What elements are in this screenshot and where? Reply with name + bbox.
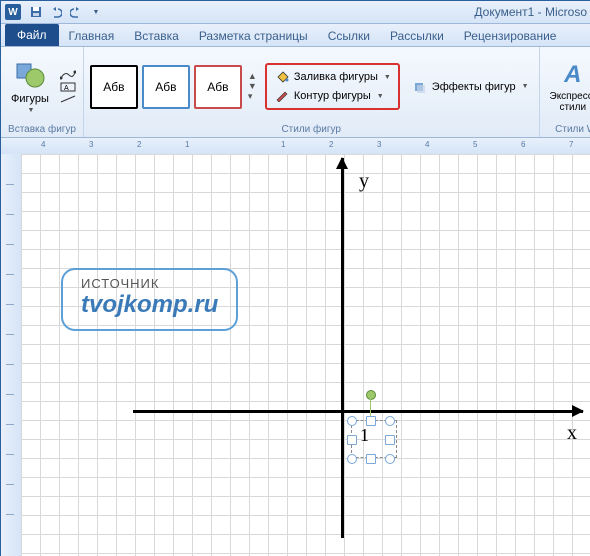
watermark-top: ИСТОЧНИК xyxy=(81,276,218,291)
group-wordart: Стили WordArt xyxy=(546,122,590,135)
x-axis-label[interactable]: x xyxy=(567,422,577,445)
horizontal-ruler[interactable]: 4 3 2 1 1 2 3 4 5 6 7 xyxy=(1,138,590,155)
ribbon-tabs: Файл Главная Вставка Разметка страницы С… xyxy=(1,24,590,47)
vertical-ruler[interactable] xyxy=(1,154,22,556)
resize-handle-e[interactable] xyxy=(385,435,395,445)
shape-fill-button[interactable]: Заливка фигуры▼ xyxy=(270,68,395,86)
watermark-bottom: tvojkomp.ru xyxy=(81,291,218,319)
y-axis-shape[interactable] xyxy=(341,158,344,538)
svg-text:A: A xyxy=(64,85,69,92)
document-area: L 4 3 2 1 1 2 3 4 5 6 7 y x 1 xyxy=(1,138,590,556)
shapes-icon xyxy=(14,59,46,91)
tab-review[interactable]: Рецензирование xyxy=(454,26,567,46)
resize-handle-nw[interactable] xyxy=(347,416,357,426)
effects-icon xyxy=(412,80,428,94)
resize-handle-w[interactable] xyxy=(347,435,357,445)
resize-handle-s[interactable] xyxy=(366,454,376,464)
undo-icon[interactable] xyxy=(47,3,65,21)
save-icon[interactable] xyxy=(27,3,45,21)
shape-style-1[interactable]: Абв xyxy=(90,65,138,109)
wordart-express-button[interactable]: A Экспресс- стили xyxy=(546,59,590,115)
shapes-label: Фигуры xyxy=(11,93,49,105)
tab-mailings[interactable]: Рассылки xyxy=(380,26,454,46)
gridlines xyxy=(21,154,590,556)
y-axis-label[interactable]: y xyxy=(359,170,369,193)
pen-icon xyxy=(274,89,290,103)
shape-presets[interactable]: A xyxy=(59,70,77,104)
style-gallery-scroll[interactable]: ▲▼▾ xyxy=(248,71,257,102)
shapes-button[interactable]: Фигуры ▼ xyxy=(7,57,53,116)
ribbon: Фигуры ▼ A Вставка фигур Абв Абв Абв ▲▼▾… xyxy=(1,47,590,138)
textbox-content: 1 xyxy=(360,425,369,445)
tab-file[interactable]: Файл xyxy=(5,24,59,46)
qat-more-icon[interactable]: ▼ xyxy=(87,3,105,21)
tab-home[interactable]: Главная xyxy=(59,26,125,46)
watermark: ИСТОЧНИК tvojkomp.ru xyxy=(61,268,238,331)
chevron-down-icon: ▼ xyxy=(27,107,34,114)
resize-handle-n[interactable] xyxy=(366,416,376,426)
textbox-mini-icon[interactable]: A xyxy=(59,82,77,92)
tab-insert[interactable]: Вставка xyxy=(124,26,189,46)
group-shape-styles: Стили фигур xyxy=(90,122,533,135)
edit-points-icon[interactable] xyxy=(59,70,77,80)
bucket-icon xyxy=(274,70,290,84)
x-axis-shape[interactable] xyxy=(133,410,583,413)
resize-handle-sw[interactable] xyxy=(347,454,357,464)
shape-style-2[interactable]: Абв xyxy=(142,65,190,109)
shape-effects-button[interactable]: Эффекты фигур▼ xyxy=(408,78,533,96)
tab-references[interactable]: Ссылки xyxy=(318,26,380,46)
page-canvas[interactable]: y x 1 ИСТОЧНИК tvojkomp.ru xyxy=(21,154,590,556)
shape-outline-button[interactable]: Контур фигуры▼ xyxy=(270,87,395,105)
tab-layout[interactable]: Разметка страницы xyxy=(189,26,318,46)
resize-handle-se[interactable] xyxy=(385,454,395,464)
group-insert-shapes: Вставка фигур xyxy=(7,122,77,135)
window-title: Документ1 - Microso xyxy=(474,5,587,19)
wordart-icon: A xyxy=(564,61,581,89)
redo-icon[interactable] xyxy=(67,3,85,21)
shape-style-3[interactable]: Абв xyxy=(194,65,242,109)
resize-handle-ne[interactable] xyxy=(385,416,395,426)
rotate-handle[interactable] xyxy=(366,390,376,400)
line-mini-icon[interactable] xyxy=(59,94,77,104)
app-icon: W xyxy=(5,4,21,20)
